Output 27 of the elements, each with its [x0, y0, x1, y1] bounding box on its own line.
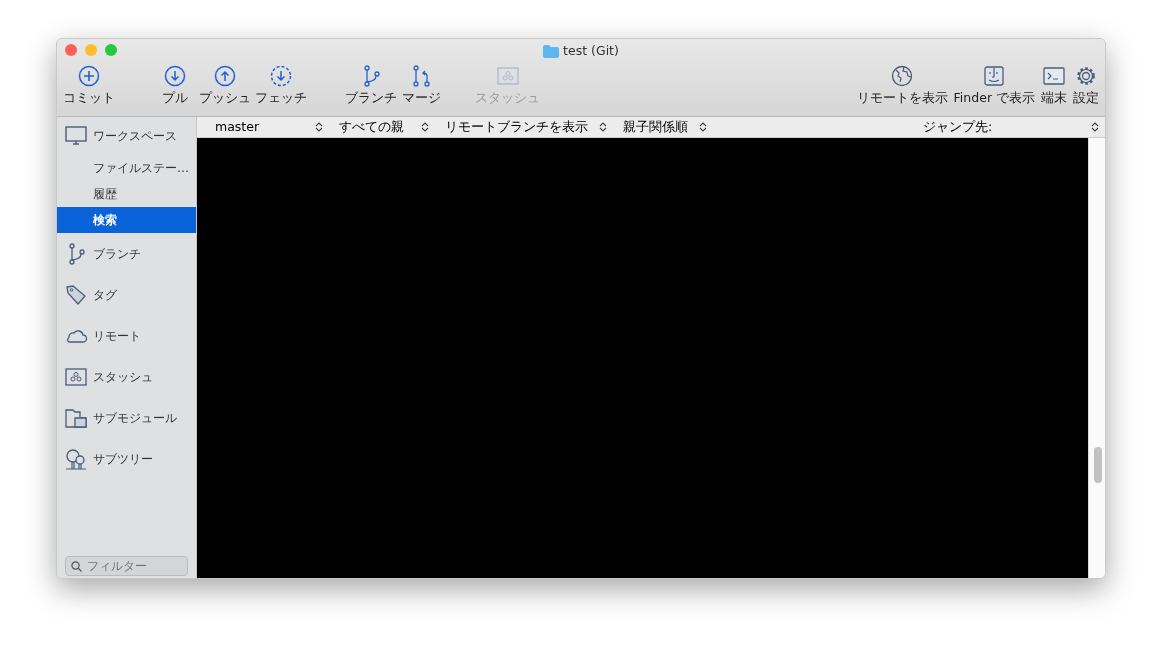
sidebar-item[interactable]: タグ	[57, 274, 196, 315]
popup-selector[interactable]: リモートブランチを表示	[437, 117, 615, 137]
sidebar-item[interactable]: スタッシュ	[57, 356, 196, 397]
toolbar-button[interactable]: 端末	[1041, 64, 1067, 108]
sidebar-subitem[interactable]: 検索	[57, 207, 196, 233]
toolbar-button[interactable]: プッシュ	[199, 64, 251, 108]
toolbar-button[interactable]: リモートを表示	[856, 64, 948, 108]
toolbar-button[interactable]: ブランチ	[345, 64, 397, 108]
sidebar-item[interactable]: サブモジュール	[57, 397, 196, 438]
window-title: test (Git)	[563, 42, 619, 60]
toolbar-button[interactable]: プル	[155, 64, 195, 108]
filter-field[interactable]: フィルター	[65, 556, 188, 576]
popup-selector[interactable]: すべての親	[331, 117, 437, 137]
commit-button[interactable]: コミット	[63, 64, 115, 108]
toolbar-button[interactable]: Finder で表示	[953, 64, 1035, 108]
popup-selector[interactable]: master	[207, 117, 331, 137]
toolbar-button[interactable]: 設定	[1073, 64, 1099, 108]
sidebar-item[interactable]: サブツリー	[57, 438, 196, 479]
toolbar-button[interactable]: マージ	[401, 64, 441, 108]
popup-selector[interactable]: 親子関係順	[615, 117, 715, 137]
sidebar-item[interactable]: ワークスペース	[57, 117, 196, 155]
sidebar-subitem[interactable]: ファイルステー…	[57, 155, 196, 181]
jump-to-selector[interactable]: ジャンプ先:	[915, 117, 1105, 137]
sidebar-item[interactable]: リモート	[57, 315, 196, 356]
sidebar-item[interactable]: ブランチ	[57, 233, 196, 274]
sidebar-subitem[interactable]: 履歴	[57, 181, 196, 207]
toolbar-button[interactable]: フェッチ	[255, 64, 307, 108]
